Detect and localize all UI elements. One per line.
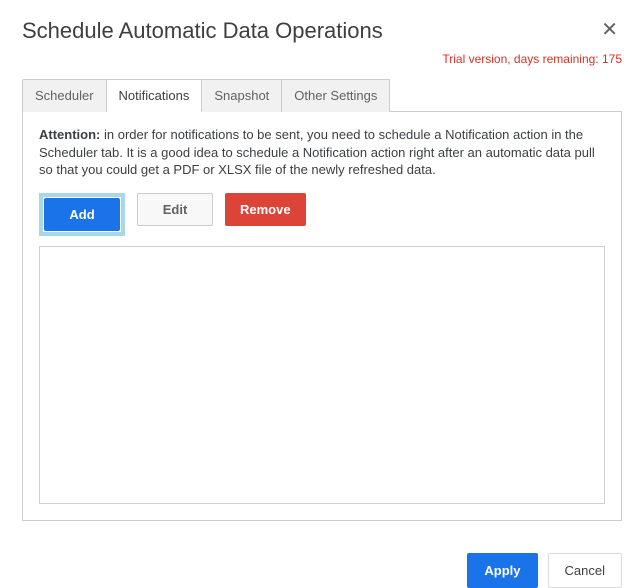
schedule-dialog: Schedule Automatic Data Operations ✕ Tri…: [0, 0, 644, 539]
cancel-button[interactable]: Cancel: [548, 553, 622, 588]
tab-snapshot[interactable]: Snapshot: [202, 79, 282, 112]
tab-bar: Scheduler Notifications Snapshot Other S…: [22, 78, 622, 112]
dialog-footer: Apply Cancel: [0, 539, 644, 588]
dialog-title: Schedule Automatic Data Operations: [22, 18, 383, 44]
add-button[interactable]: Add: [44, 198, 120, 231]
notification-button-row: Add Edit Remove: [39, 193, 605, 236]
tab-notifications[interactable]: Notifications: [107, 79, 203, 112]
edit-button[interactable]: Edit: [137, 193, 213, 226]
tab-scheduler[interactable]: Scheduler: [22, 79, 107, 112]
add-button-highlight: Add: [39, 193, 125, 236]
attention-body: in order for notifications to be sent, y…: [39, 127, 595, 177]
close-icon: ✕: [601, 19, 618, 41]
attention-label: Attention:: [39, 127, 100, 142]
trial-banner: Trial version, days remaining: 175: [22, 52, 622, 66]
remove-button[interactable]: Remove: [225, 193, 306, 226]
tab-other-settings[interactable]: Other Settings: [282, 79, 390, 112]
attention-text: Attention: in order for notifications to…: [39, 126, 605, 179]
tab-content-notifications: Attention: in order for notifications to…: [22, 112, 622, 521]
close-button[interactable]: ✕: [597, 18, 622, 42]
dialog-header: Schedule Automatic Data Operations ✕: [22, 18, 622, 44]
notifications-list[interactable]: [39, 246, 605, 504]
apply-button[interactable]: Apply: [467, 553, 537, 588]
